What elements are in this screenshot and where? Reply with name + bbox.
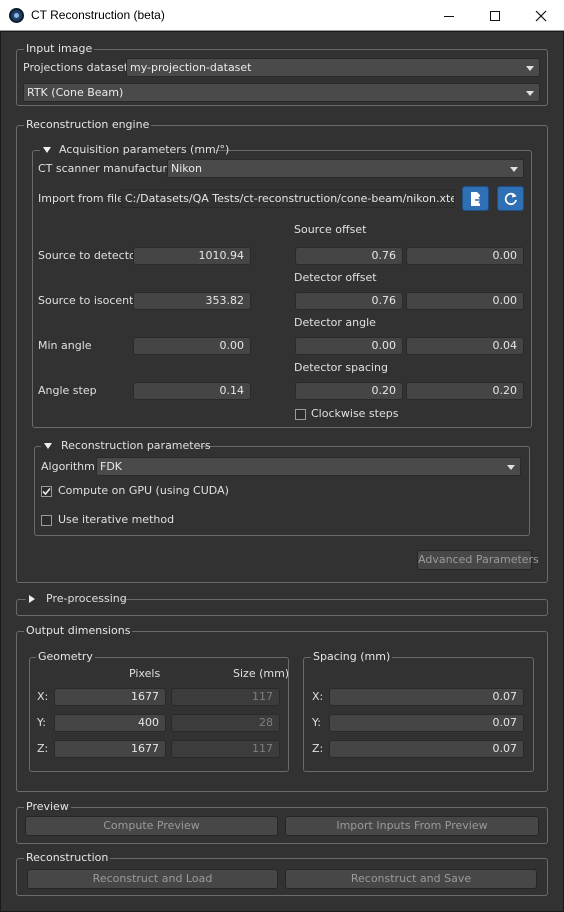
reconstruction-engine-title: Reconstruction engine — [24, 118, 152, 131]
import-file-icon — [470, 191, 483, 206]
algorithm-value: FDK — [100, 460, 123, 473]
reset-button[interactable] — [497, 186, 524, 211]
gpu-check-box — [41, 485, 52, 497]
import-label: Import from file — [38, 192, 124, 205]
gpu-checkbox[interactable]: Compute on GPU (using CUDA) — [41, 484, 229, 498]
geometry-y-label: Y: — [37, 716, 46, 729]
app-icon — [9, 8, 24, 23]
spacing-title: Spacing (mm) — [311, 650, 393, 663]
preprocessing-title: Pre-processing — [46, 592, 127, 605]
spacing-z-input[interactable]: 0.07 — [329, 740, 524, 758]
import-file-button[interactable] — [462, 186, 489, 211]
chevron-down-icon — [526, 66, 534, 71]
manufacturer-combo[interactable]: Nikon — [167, 159, 524, 178]
detector-spacing-label: Detector spacing — [294, 361, 388, 374]
import-path-field[interactable]: C:/Datasets/QA Tests/ct-reconstruction/c… — [121, 189, 455, 208]
refresh-icon — [504, 192, 517, 205]
detector-spacing-x-input[interactable]: 0.20 — [295, 382, 403, 400]
reconstruct-and-save-button[interactable]: Reconstruct and Save — [285, 869, 537, 889]
checkmark-icon — [42, 487, 51, 495]
iterative-label: Use iterative method — [58, 513, 175, 526]
reconstruction-parameters-title: Reconstruction parameters — [61, 439, 211, 452]
chevron-down-icon — [507, 465, 515, 470]
iterative-checkbox[interactable]: Use iterative method — [41, 513, 174, 527]
projections-dataset-value: my-projection-dataset — [130, 61, 252, 74]
angle-step-label: Angle step — [38, 384, 97, 397]
detector-angle-label: Detector angle — [294, 316, 376, 329]
reconstruction-method-combo[interactable]: RTK (Cone Beam) — [23, 83, 540, 102]
size-z-input: 117 — [171, 740, 280, 758]
title-bar: CT Reconstruction (beta) — [0, 0, 564, 31]
geometry-z-label: Z: — [37, 742, 49, 755]
source-offset-y-input[interactable]: 0.00 — [406, 247, 524, 265]
geometry-title: Geometry — [36, 650, 95, 663]
maximize-icon — [490, 10, 500, 21]
manufacturer-label: CT scanner manufacturer — [38, 162, 179, 175]
pixels-z-input[interactable]: 1677 — [54, 740, 166, 758]
clockwise-steps-box — [295, 408, 306, 420]
maximize-button[interactable] — [472, 0, 518, 31]
detector-angle-x-input[interactable]: 0.00 — [295, 337, 403, 355]
detector-spacing-y-input[interactable]: 0.20 — [406, 382, 524, 400]
reconstruction-parameters-toggle[interactable]: Reconstruction parameters — [41, 439, 211, 453]
acquisition-parameters-toggle[interactable]: Acquisition parameters (mm/°) — [40, 143, 229, 157]
angle-step-input[interactable]: 0.14 — [133, 382, 251, 400]
clockwise-steps-checkbox[interactable]: Clockwise steps — [295, 407, 398, 421]
size-y-input: 28 — [171, 714, 280, 732]
size-x-input: 117 — [171, 688, 280, 706]
source-to-detector-label: Source to detector — [38, 249, 141, 262]
spacing-y-input[interactable]: 0.07 — [329, 714, 524, 732]
spacing-y-label: Y: — [312, 716, 321, 729]
advanced-parameters-button[interactable]: Advanced Parameters — [417, 550, 539, 570]
source-to-isocenter-input[interactable]: 353.82 — [133, 292, 251, 310]
min-angle-label: Min angle — [38, 339, 92, 352]
input-image-title: Input image — [24, 42, 95, 55]
preprocessing-toggle[interactable]: Pre-processing — [26, 592, 127, 606]
detector-offset-y-input[interactable]: 0.00 — [406, 292, 524, 310]
preview-title: Preview — [24, 800, 71, 813]
detector-offset-label: Detector offset — [294, 271, 377, 284]
source-to-isocenter-label: Source to isocenter — [38, 294, 145, 307]
output-dimensions-title: Output dimensions — [24, 624, 133, 637]
window-title: CT Reconstruction (beta) — [31, 8, 165, 22]
spacing-x-label: X: — [312, 690, 324, 703]
compute-preview-button[interactable]: Compute Preview — [25, 816, 278, 836]
pixels-x-input[interactable]: 1677 — [54, 688, 166, 706]
algorithm-combo[interactable]: FDK — [96, 457, 521, 476]
expand-arrow-icon — [29, 595, 35, 603]
collapse-arrow-icon — [43, 147, 51, 153]
reconstruction-title: Reconstruction — [24, 851, 111, 864]
manufacturer-value: Nikon — [171, 162, 202, 175]
clockwise-steps-label: Clockwise steps — [311, 407, 399, 420]
algorithm-label: Algorithm: — [41, 460, 99, 473]
close-button[interactable] — [518, 0, 564, 31]
pixels-header: Pixels — [129, 667, 161, 680]
import-inputs-from-preview-button[interactable]: Import Inputs From Preview — [285, 816, 539, 836]
pixels-y-input[interactable]: 400 — [54, 714, 166, 732]
geometry-x-label: X: — [37, 690, 49, 703]
detector-offset-x-input[interactable]: 0.76 — [295, 292, 403, 310]
projections-dataset-combo[interactable]: my-projection-dataset — [126, 58, 540, 77]
source-to-detector-input[interactable]: 1010.94 — [133, 247, 251, 265]
projections-label: Projections dataset: — [23, 61, 132, 74]
iterative-check-box — [41, 514, 52, 526]
minimize-button[interactable] — [426, 0, 472, 31]
source-offset-x-input[interactable]: 0.76 — [295, 247, 403, 265]
source-offset-label: Source offset — [294, 223, 367, 236]
spacing-z-label: Z: — [312, 742, 324, 755]
acquisition-parameters-title: Acquisition parameters (mm/°) — [59, 143, 230, 156]
spacing-x-input[interactable]: 0.07 — [329, 688, 524, 706]
close-icon — [535, 10, 547, 21]
chevron-down-icon — [510, 167, 518, 172]
detector-angle-y-input[interactable]: 0.04 — [406, 337, 524, 355]
collapse-arrow-icon — [44, 443, 52, 449]
chevron-down-icon — [526, 91, 534, 96]
gpu-label: Compute on GPU (using CUDA) — [58, 484, 229, 497]
min-angle-input[interactable]: 0.00 — [133, 337, 251, 355]
reconstruct-and-load-button[interactable]: Reconstruct and Load — [27, 869, 278, 889]
minimize-icon — [444, 15, 454, 17]
size-header: Size (mm) — [233, 667, 290, 680]
reconstruction-method-value: RTK (Cone Beam) — [27, 86, 124, 99]
